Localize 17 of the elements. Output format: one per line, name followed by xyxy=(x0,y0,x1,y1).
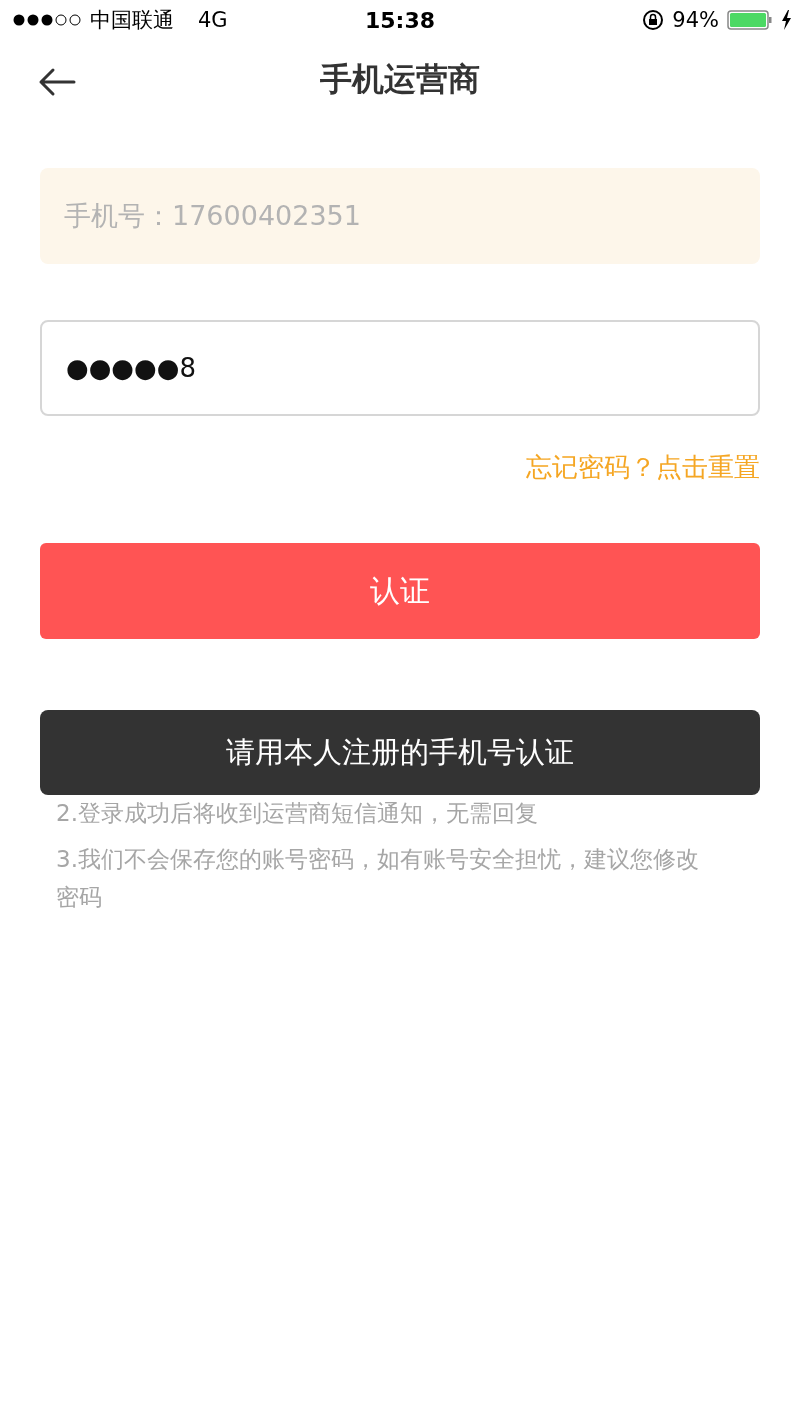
verify-button[interactable]: 认证 xyxy=(40,543,760,639)
battery-percent: 94% xyxy=(672,8,719,32)
network-type: 4G xyxy=(198,8,228,32)
back-arrow-icon xyxy=(38,66,77,98)
tip-text: 2.登录成功后将收到运营商短信通知，无需回复 xyxy=(56,799,539,828)
reset-password-link[interactable]: 忘记密码？点击重置 xyxy=(526,450,760,485)
carrier-name: 中国联通 xyxy=(90,7,174,34)
rotation-lock-icon xyxy=(642,9,665,31)
back-button[interactable] xyxy=(38,66,77,98)
battery-icon xyxy=(727,10,773,30)
signal-icon xyxy=(12,13,82,27)
charging-icon xyxy=(781,10,792,30)
status-time: 15:38 xyxy=(364,7,436,33)
page-title: 手机运营商 xyxy=(320,59,480,100)
toast-message: 请用本人注册的手机号认证 xyxy=(40,710,760,795)
tip-text: 3.我们不会保存您的账号密码，如有账号安全担忧，建议您修改密码 xyxy=(56,845,700,912)
password-field[interactable]: ●●●●●8 xyxy=(40,320,760,416)
